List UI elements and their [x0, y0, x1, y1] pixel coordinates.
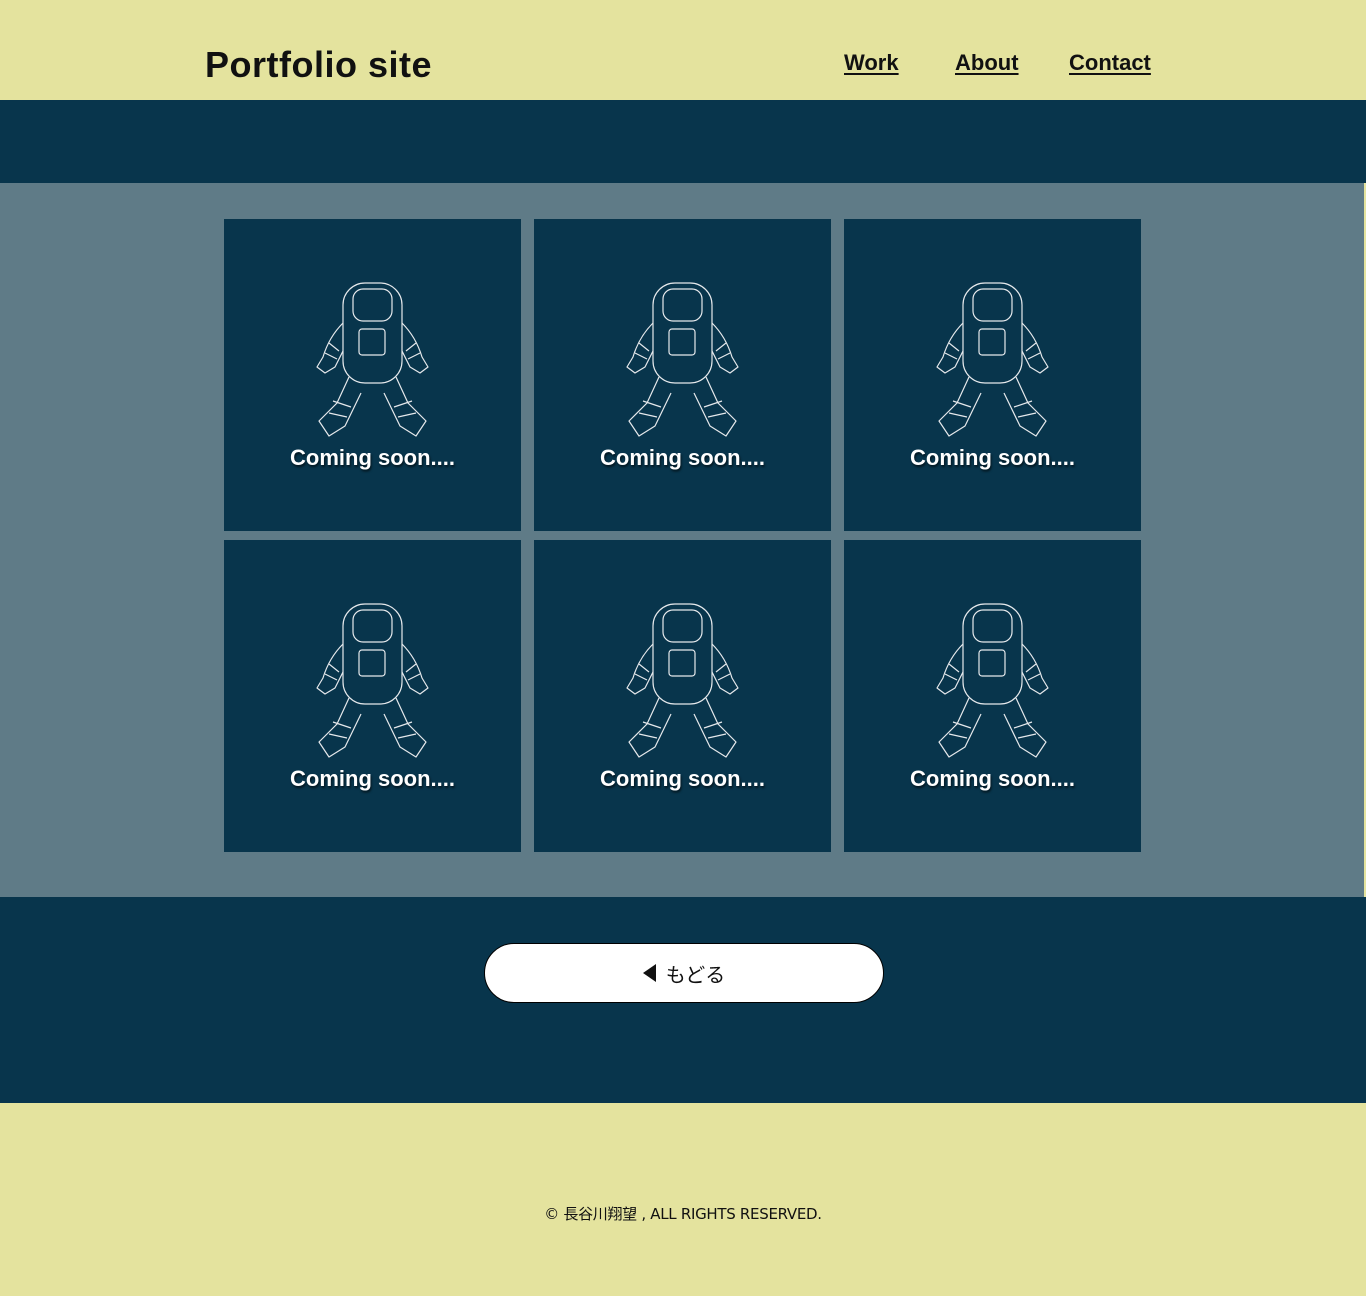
card-caption: Coming soon.... — [290, 445, 455, 470]
back-button-label: もどる — [665, 962, 726, 987]
card-caption: Coming soon.... — [910, 766, 1075, 791]
astronaut-icon — [316, 603, 429, 758]
nav-link-work[interactable]: Work — [844, 50, 899, 76]
back-button-content: もどる — [485, 944, 883, 1002]
site-logo[interactable]: Portfolio site — [205, 44, 432, 86]
site-footer: © 長谷川翔望 , ALL RIGHTS RESERVED. — [0, 1103, 1366, 1296]
astronaut-icon — [316, 282, 429, 437]
hero-band — [0, 100, 1366, 183]
copyright-text: © 長谷川翔望 , ALL RIGHTS RESERVED. — [544, 1205, 822, 1223]
card-caption: Coming soon.... — [600, 445, 765, 470]
triangle-left-icon — [642, 964, 656, 982]
work-card[interactable]: Coming soon.... — [224, 219, 521, 531]
works-grid: Coming soon.... Coming soon.... Coming s… — [0, 183, 1364, 897]
astronaut-icon — [626, 282, 739, 437]
card-caption: Coming soon.... — [600, 766, 765, 791]
card-caption: Coming soon.... — [910, 445, 1075, 470]
nav-link-about[interactable]: About — [955, 50, 1019, 76]
work-card[interactable]: Coming soon.... — [224, 540, 521, 852]
astronaut-icon — [936, 282, 1049, 437]
astronaut-icon — [626, 603, 739, 758]
card-caption: Coming soon.... — [290, 766, 455, 791]
work-card[interactable]: Coming soon.... — [534, 540, 831, 852]
astronaut-icon — [936, 603, 1049, 758]
work-card[interactable]: Coming soon.... — [844, 219, 1141, 531]
work-card[interactable]: Coming soon.... — [844, 540, 1141, 852]
back-button[interactable]: もどる — [484, 943, 884, 1003]
work-card[interactable]: Coming soon.... — [534, 219, 831, 531]
nav-link-contact[interactable]: Contact — [1069, 50, 1151, 76]
site-header: Portfolio site Work About Contact — [0, 0, 1366, 100]
